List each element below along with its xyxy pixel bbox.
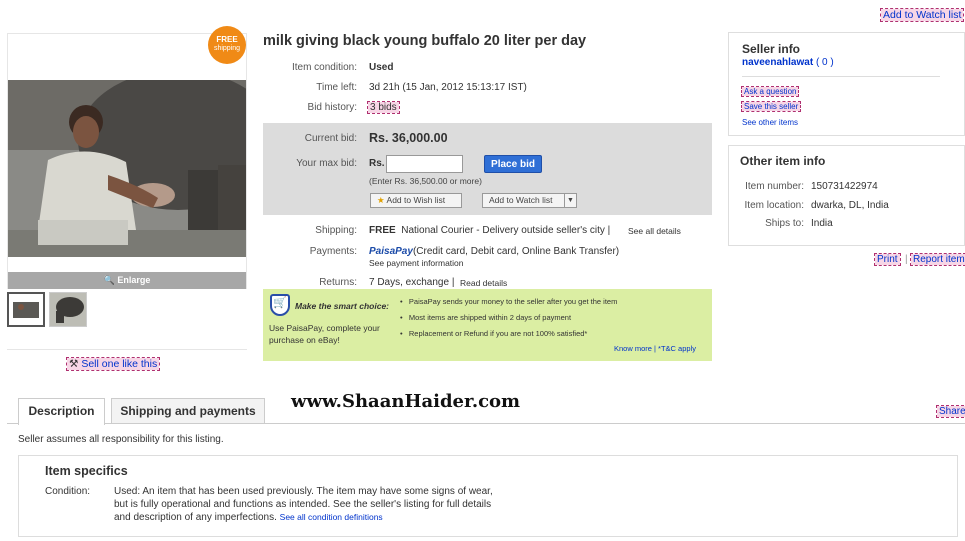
time-left-label: Time left:: [316, 82, 357, 93]
other-item-info-heading: Other item info: [740, 154, 826, 168]
ask-question-link[interactable]: Ask a question: [740, 86, 800, 97]
payments-label: Payments:: [309, 246, 357, 257]
payments-value: PaisaPay(Credit card, Debit card, Online…: [369, 246, 620, 257]
max-bid-hint: (Enter Rs. 36,500.00 or more): [369, 176, 482, 186]
shipping-value: FREE National Courier - Delivery outside…: [369, 225, 611, 236]
other-item-info-panel: Other item info Item number: 15073142297…: [728, 145, 965, 246]
smart-choice-title: Make the smart choice:: [295, 301, 390, 311]
time-left-value: 3d 21h (15 Jan, 2012 15:13:17 IST): [369, 82, 527, 93]
returns-value: 7 Days, exchange |: [369, 277, 455, 288]
smart-choice-bullets: • PaisaPay sends your money to the selle…: [400, 297, 617, 338]
divider: [7, 349, 247, 350]
tab-shipping-and-payments[interactable]: Shipping and payments: [111, 398, 265, 424]
place-bid-button[interactable]: Place bid: [484, 155, 542, 173]
smart-bullet: • Most items are shipped within 2 days o…: [400, 313, 572, 322]
max-bid-currency: Rs.: [369, 158, 385, 169]
share-link[interactable]: Share: [936, 405, 965, 418]
divider: [742, 76, 940, 77]
dropdown-arrow-icon[interactable]: ▼: [564, 194, 576, 207]
print-link[interactable]: Print: [874, 253, 901, 266]
seller-name-row: naveenahlawat ( 0 ): [742, 57, 834, 68]
see-all-details-link[interactable]: See all details: [628, 226, 681, 236]
shield-cart-icon: 🛒: [270, 294, 290, 316]
smart-bullet: • Replacement or Refund if you are not 1…: [400, 329, 588, 338]
tab-underline: [7, 423, 965, 424]
paisapay-logo: PaisaPay: [369, 246, 413, 257]
shipping-label: Shipping:: [315, 225, 357, 236]
see-other-items-link[interactable]: See other items: [742, 118, 798, 127]
read-details-link[interactable]: Read details: [460, 278, 507, 288]
magnifier-icon: 🔍: [103, 275, 115, 285]
condition-definitions-link[interactable]: See all condition definitions: [280, 512, 383, 522]
item-specifics-heading: Item specifics: [45, 464, 128, 478]
item-title: milk giving black young buffalo 20 liter…: [263, 33, 587, 49]
returns-label: Returns:: [319, 277, 357, 288]
current-bid-value: Rs. 36,000.00: [369, 131, 448, 145]
report-item-link[interactable]: Report item: [910, 253, 965, 266]
see-payment-info-link[interactable]: See payment information: [369, 258, 464, 268]
link-separator: |: [905, 254, 908, 265]
smart-choice-box: 🛒 Make the smart choice: Use PaisaPay, c…: [263, 289, 712, 361]
bid-history-link[interactable]: 3 bids: [367, 101, 400, 114]
bid-history-label: Bid history:: [307, 102, 357, 113]
add-to-watch-list-button[interactable]: Add to Watch list ▼: [482, 193, 577, 208]
gavel-icon: ⚒: [69, 358, 79, 370]
add-to-watch-list-link-top[interactable]: Add to Watch list: [879, 8, 965, 22]
smart-choice-desc: Use PaisaPay, complete your purchase on …: [269, 323, 380, 345]
thumbnail-2[interactable]: [49, 292, 87, 327]
enlarge-button[interactable]: 🔍 Enlarge: [8, 272, 246, 289]
condition-spec-label: Condition:: [45, 486, 91, 497]
max-bid-input[interactable]: [386, 155, 463, 173]
seller-info-panel: Seller info naveenahlawat ( 0 ) Ask a qu…: [728, 32, 965, 136]
know-more-link[interactable]: Know more | *T&C apply: [614, 344, 696, 353]
thumbnail-1[interactable]: [7, 292, 45, 327]
seller-responsibility-text: Seller assumes all responsibility for th…: [18, 434, 224, 445]
item-number-value: 150731422974: [811, 181, 878, 192]
condition-label: Item condition:: [291, 62, 357, 73]
item-location-label: Item location:: [744, 200, 804, 211]
star-icon: ★: [377, 195, 385, 205]
main-item-photo[interactable]: [8, 80, 246, 257]
save-seller-link[interactable]: Save this seller: [740, 101, 802, 112]
ships-to-value: India: [811, 218, 833, 229]
sell-one-like-this-link[interactable]: ⚒ Sell one like this: [65, 357, 161, 371]
item-location-value: dwarka, DL, India: [811, 200, 889, 211]
ships-to-label: Ships to:: [765, 218, 804, 229]
feedback-score-link[interactable]: ( 0 ): [816, 57, 834, 68]
smart-bullet: • PaisaPay sends your money to the selle…: [400, 297, 618, 306]
seller-name-link[interactable]: naveenahlawat: [742, 57, 813, 68]
image-panel: FREE shipping 🔍 Enlarge: [7, 26, 247, 289]
condition-value: Used: [369, 62, 394, 73]
item-number-label: Item number:: [745, 181, 804, 192]
tab-description[interactable]: Description: [18, 398, 105, 425]
seller-info-heading: Seller info: [742, 42, 801, 56]
watermark-text: www.ShaanHaider.com: [291, 391, 521, 412]
free-shipping-badge: FREE shipping: [208, 26, 246, 64]
max-bid-label: Your max bid:: [296, 158, 357, 169]
current-bid-label: Current bid:: [304, 133, 357, 144]
condition-spec-text: Used: An item that has been used previou…: [114, 486, 493, 523]
item-specifics-box: Item specifics Condition: Used: An item …: [18, 455, 958, 537]
add-to-wish-list-button[interactable]: ★ Add to Wish list: [370, 193, 462, 208]
